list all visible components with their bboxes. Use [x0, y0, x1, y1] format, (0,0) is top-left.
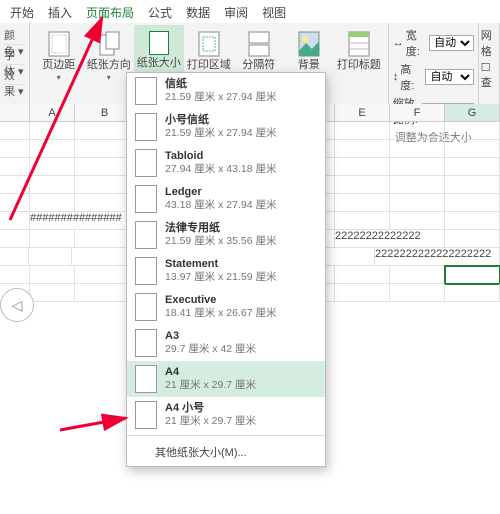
tab-page-layout[interactable]: 页面布局: [86, 4, 134, 21]
orientation-icon: [98, 31, 120, 57]
tab-insert[interactable]: 插入: [48, 4, 72, 21]
page-icon: [135, 113, 157, 141]
size-statement[interactable]: Statement13.97 厘米 x 21.59 厘米: [127, 253, 325, 289]
print-area-icon: [198, 31, 220, 57]
page-icon: [135, 221, 157, 249]
ribbon-tabs: 开始 插入 页面布局 公式 数据 审阅 视图: [0, 0, 500, 23]
breaks-icon: [248, 31, 270, 57]
themes-group: 颜色 ▾ 字体 ▾ 效果 ▾: [0, 23, 30, 104]
print-titles-icon: [348, 31, 370, 57]
size-ledger[interactable]: Ledger43.18 厘米 x 27.94 厘米: [127, 181, 325, 217]
tab-home[interactable]: 开始: [10, 4, 34, 21]
size-tabloid[interactable]: Tabloid27.94 厘米 x 43.18 厘米: [127, 145, 325, 181]
tab-data[interactable]: 数据: [186, 4, 210, 21]
size-small-letter[interactable]: 小号信纸21.59 厘米 x 27.94 厘米: [127, 109, 325, 145]
theme-effects[interactable]: 效果 ▾: [4, 67, 25, 85]
size-a4-small[interactable]: A4 小号21 厘米 x 29.7 厘米: [127, 397, 325, 433]
page-icon: [135, 257, 157, 285]
cell-f[interactable]: 2222222222222222222: [375, 248, 500, 266]
col-E[interactable]: E: [335, 104, 390, 121]
col-selectall[interactable]: [0, 104, 30, 121]
scale-height-select[interactable]: 自动: [425, 69, 473, 85]
tab-review[interactable]: 审阅: [224, 4, 248, 21]
size-a3[interactable]: A329.7 厘米 x 42 厘米: [127, 325, 325, 361]
size-letter[interactable]: 信纸21.59 厘米 x 27.94 厘米: [127, 73, 325, 109]
paper-size-icon: [149, 31, 169, 55]
margins-button[interactable]: 页边距▾: [34, 25, 84, 82]
page-icon: [135, 149, 157, 177]
separator: [127, 435, 325, 436]
cell-hash[interactable]: ###############: [30, 212, 135, 230]
page-icon: [135, 293, 157, 321]
theme-colors[interactable]: 颜色 ▾: [4, 27, 25, 45]
col-G[interactable]: G: [445, 104, 500, 121]
page-icon: [135, 329, 157, 357]
background-button[interactable]: 背景: [284, 25, 334, 71]
scale-width-select[interactable]: 自动: [429, 35, 474, 51]
tab-view[interactable]: 视图: [262, 4, 286, 21]
size-legal[interactable]: 法律专用纸21.59 厘米 x 35.56 厘米: [127, 217, 325, 253]
page-icon: [135, 185, 157, 213]
height-label: ↕: [393, 71, 399, 83]
gridlines-group: 网格 ☐ 查: [479, 23, 500, 104]
page-icon: [135, 401, 157, 429]
nav-prev-button[interactable]: ◁: [0, 288, 34, 322]
cell-e[interactable]: 22222222222222: [335, 230, 445, 248]
margins-icon: [48, 31, 70, 57]
background-icon: [298, 31, 320, 57]
size-executive[interactable]: Executive18.41 厘米 x 26.67 厘米: [127, 289, 325, 325]
size-a4[interactable]: A421 厘米 x 29.7 厘米: [127, 361, 325, 397]
col-A[interactable]: A: [30, 104, 75, 121]
scale-group: ↔宽度:自动 ↕高度:自动 缩放比例: 调整为合适大小: [389, 23, 479, 104]
gridlines-label: 网格: [481, 27, 497, 59]
gridlines-check[interactable]: ☐ 查: [481, 61, 497, 90]
width-label: ↔: [393, 37, 404, 49]
print-titles-button[interactable]: 打印标题: [334, 25, 384, 71]
page-icon: [135, 365, 157, 393]
col-F[interactable]: F: [390, 104, 445, 121]
tab-formulas[interactable]: 公式: [148, 4, 172, 21]
page-icon: [135, 77, 157, 105]
more-paper-sizes[interactable]: 其他纸张大小(M)...: [127, 438, 325, 466]
paper-size-dropdown: 信纸21.59 厘米 x 27.94 厘米 小号信纸21.59 厘米 x 27.…: [126, 72, 326, 467]
theme-fonts[interactable]: 字体 ▾: [4, 47, 25, 65]
